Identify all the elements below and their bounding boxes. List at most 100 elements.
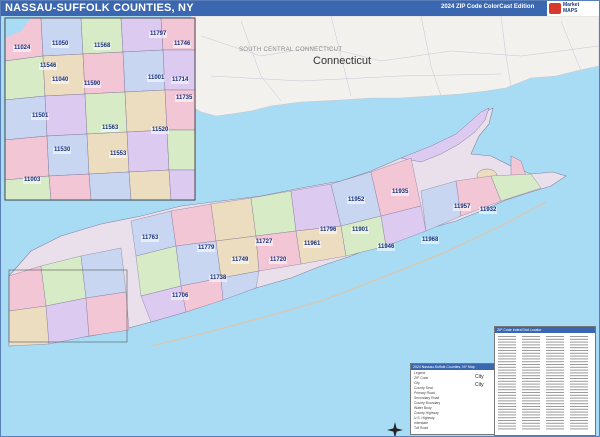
index-entry bbox=[522, 347, 540, 349]
index-entry bbox=[522, 358, 540, 360]
zip-label: 11546 bbox=[39, 63, 58, 70]
index-entry bbox=[498, 355, 516, 357]
index-entry bbox=[498, 386, 516, 388]
zip-label: 11746 bbox=[173, 41, 192, 48]
index-entry bbox=[522, 408, 540, 410]
index-entry bbox=[546, 364, 564, 365]
index-entry bbox=[522, 389, 540, 391]
index-entry bbox=[498, 400, 516, 402]
index-entry bbox=[498, 422, 516, 424]
legend-row: Secondary Road bbox=[414, 396, 440, 400]
index-entry bbox=[570, 408, 588, 410]
index-entry bbox=[546, 392, 564, 393]
zip-label: 11563 bbox=[101, 125, 120, 132]
index-entry bbox=[570, 403, 588, 405]
index-entry bbox=[570, 400, 588, 402]
legend-title: 2024 Nassau-Suffolk Counties, NY Map bbox=[411, 364, 495, 370]
index-entry bbox=[570, 420, 588, 421]
zip-label: 11961 bbox=[303, 241, 322, 248]
zip-label: 11590 bbox=[83, 81, 102, 88]
index-entry bbox=[546, 386, 564, 388]
index-entry bbox=[546, 375, 564, 377]
index-entry bbox=[498, 414, 516, 416]
index-entry bbox=[546, 411, 564, 413]
index-entry bbox=[570, 350, 588, 351]
zip-label: 11050 bbox=[51, 41, 70, 48]
index-entry bbox=[498, 411, 516, 413]
index-entry bbox=[570, 369, 588, 371]
index-entry bbox=[498, 403, 516, 405]
zip-label: 11796 bbox=[319, 227, 338, 234]
index-entry bbox=[522, 338, 540, 340]
legend-city-sample: City bbox=[475, 374, 484, 380]
index-entry bbox=[522, 406, 540, 407]
zip-label: 11706 bbox=[171, 293, 190, 300]
index-entry bbox=[498, 347, 516, 349]
index-entry bbox=[546, 350, 564, 351]
index-entry bbox=[522, 386, 540, 388]
index-entry bbox=[498, 366, 516, 368]
index-entry bbox=[570, 397, 588, 399]
index-entry bbox=[570, 347, 588, 349]
index-entry bbox=[546, 369, 564, 371]
index-entry bbox=[570, 352, 588, 354]
title-bar: NASSAU-SUFFOLK COUNTIES, NY 2024 ZIP Cod… bbox=[1, 1, 599, 16]
index-entry bbox=[498, 428, 516, 430]
index-entry bbox=[546, 344, 564, 346]
index-entry bbox=[546, 414, 564, 416]
index-entry bbox=[522, 372, 540, 374]
logo-text-2: MAPS bbox=[563, 7, 578, 14]
market-maps-logo: Market MAPS bbox=[547, 1, 599, 16]
index-entry bbox=[522, 422, 540, 424]
index-entry bbox=[546, 400, 564, 402]
legend-row: Primary Road bbox=[414, 391, 435, 395]
index-entry bbox=[546, 347, 564, 349]
index-entry bbox=[498, 389, 516, 391]
zip-label: 11968 bbox=[421, 237, 440, 244]
index-entry bbox=[498, 408, 516, 410]
map-legend: 2024 Nassau-Suffolk Counties, NY Map Leg… bbox=[410, 363, 496, 435]
index-entry bbox=[570, 406, 588, 407]
zip-label: 11932 bbox=[479, 207, 498, 214]
index-entry bbox=[546, 380, 564, 382]
index-entry bbox=[498, 425, 516, 427]
index-entry bbox=[570, 392, 588, 393]
zip-label: 11568 bbox=[93, 43, 112, 50]
legend-row: ZIP Code bbox=[414, 376, 429, 380]
index-entry bbox=[546, 422, 564, 424]
index-entry bbox=[498, 358, 516, 360]
zip-label: 11003 bbox=[23, 177, 42, 184]
index-entry bbox=[546, 403, 564, 405]
index-entry bbox=[522, 366, 540, 368]
index-entry bbox=[546, 352, 564, 354]
index-entry bbox=[522, 411, 540, 413]
index-entry bbox=[522, 361, 540, 363]
zip-label: 11738 bbox=[209, 275, 228, 282]
index-entry bbox=[546, 389, 564, 391]
index-entry bbox=[546, 366, 564, 368]
index-entry bbox=[522, 341, 540, 343]
legend-row: County Boundary bbox=[414, 401, 441, 405]
zip-label: 11797 bbox=[149, 31, 168, 38]
index-entry bbox=[570, 336, 588, 337]
index-entry bbox=[522, 380, 540, 382]
index-entry bbox=[522, 364, 540, 365]
index-entry bbox=[570, 358, 588, 360]
index-entry bbox=[570, 414, 588, 416]
index-entry bbox=[570, 425, 588, 427]
map-title: NASSAU-SUFFOLK COUNTIES, NY bbox=[5, 2, 194, 14]
state-label: Connecticut bbox=[313, 55, 372, 67]
zip-label: 11727 bbox=[255, 239, 274, 246]
zip-label: 11901 bbox=[351, 227, 370, 234]
zip-label: 11957 bbox=[453, 204, 472, 211]
index-entry bbox=[546, 358, 564, 360]
zip-index-panel: ZIP Code Index/Grid Locator bbox=[494, 326, 596, 436]
index-entry bbox=[522, 350, 540, 351]
index-entry bbox=[522, 428, 540, 430]
index-entry bbox=[522, 355, 540, 357]
zip-label: 11720 bbox=[269, 257, 288, 264]
legend-row: County Seat bbox=[414, 386, 433, 390]
index-entry bbox=[522, 392, 540, 393]
legend-row: Toll Road bbox=[414, 426, 429, 430]
index-entry bbox=[498, 361, 516, 363]
